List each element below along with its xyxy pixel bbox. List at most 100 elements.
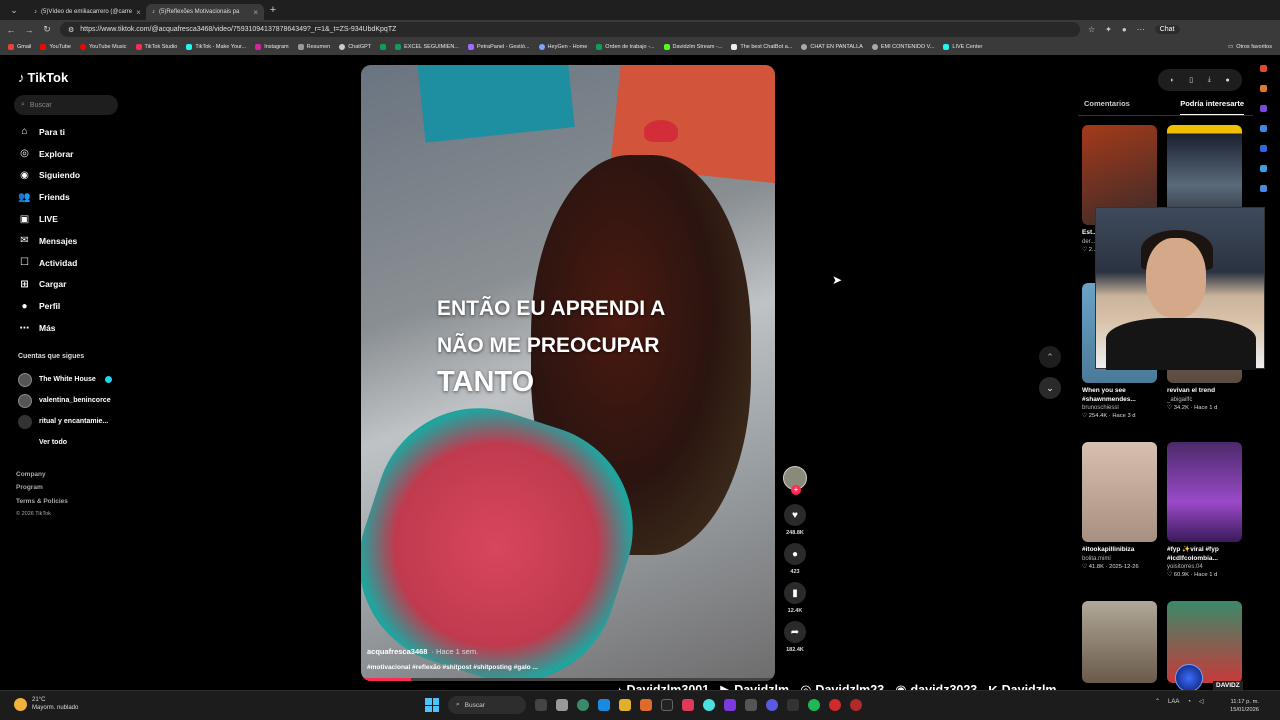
sidebar-item-mas[interactable]: ⋯ Más (18, 317, 80, 339)
suggested-video-card[interactable]: #fyp ✨viral #fyp #lcdlfcolombia... yoisi… (1167, 442, 1242, 578)
bookmark-youtube-music[interactable]: YouTube Music (80, 44, 127, 50)
tiktok-logo[interactable]: ♪ TikTok (18, 70, 68, 85)
menu-icon[interactable]: ⋯ (1137, 25, 1145, 34)
device-icon[interactable]: ▯ (1189, 76, 1193, 84)
previous-video-button[interactable]: ⌃ (1039, 346, 1061, 368)
side-app-icon[interactable] (1260, 85, 1267, 92)
bookmark-chatgpt[interactable]: ChatGPT (339, 44, 371, 50)
see-all-link[interactable]: Ver todo (18, 432, 112, 453)
creator-avatar[interactable]: + (783, 466, 807, 495)
bookmark-chat-pantalla[interactable]: CHAT EN PANTALLA (801, 44, 863, 50)
save-button[interactable]: ▮ (784, 582, 806, 604)
bookmark-heygen[interactable]: HeyGen - Home (538, 44, 587, 50)
bookmark-orden[interactable]: Orden de trabajo -... (596, 44, 655, 50)
bookmark-emi[interactable]: EMI CONTENIDO V... (871, 44, 934, 50)
sidebar-item-cargar[interactable]: ⊞ Cargar (18, 274, 80, 296)
bookmark-tiktok[interactable]: TikTok - Make Your... (186, 44, 246, 50)
side-app-icon[interactable] (1260, 165, 1267, 172)
bookmark-other-folder[interactable]: ▭ Otros favoritos (1228, 44, 1272, 50)
user-avatar-icon[interactable]: ● (1225, 77, 1229, 84)
tiktok-studio-icon[interactable] (682, 699, 694, 711)
suggested-video-card[interactable] (1082, 601, 1157, 683)
search-input[interactable]: ⌕ Buscar (14, 95, 118, 115)
reload-icon[interactable]: ↻ (42, 24, 52, 35)
download-icon[interactable]: ⤓ (1208, 76, 1211, 84)
bookmark-live-center[interactable]: LIVE Center (943, 44, 982, 50)
profile-icon[interactable]: ● (1122, 25, 1127, 34)
browser-tab-2[interactable]: ♪ (5)Reflexões Motivacionais pa × (146, 4, 264, 20)
chevron-up-icon[interactable]: ⌃ (1155, 698, 1160, 705)
explorer-icon[interactable] (556, 699, 568, 711)
following-item[interactable]: The White House (18, 369, 112, 390)
next-video-button[interactable]: ⌄ (1039, 377, 1061, 399)
spotify-icon[interactable] (808, 699, 820, 711)
side-app-icon[interactable] (1260, 145, 1267, 152)
back-icon[interactable]: ← (6, 25, 16, 35)
sidebar-item-mensajes[interactable]: ✉ Mensajes (18, 230, 80, 252)
side-app-icon[interactable] (1260, 185, 1267, 192)
bookmark-excel[interactable]: EXCEL SEGUIMIEN... (395, 44, 459, 50)
app-icon[interactable] (787, 699, 799, 711)
bookmark-sheet[interactable] (380, 44, 387, 50)
volume-icon[interactable]: ◁ (1199, 698, 1204, 705)
side-app-icon[interactable] (1260, 125, 1267, 132)
sidebar-item-explorar[interactable]: ◎ Explorar (18, 143, 80, 165)
suggested-video-card[interactable]: #itookapillinibiza bolita.mimi ♡ 41.8K ·… (1082, 442, 1157, 570)
bookmark-youtube[interactable]: YouTube (40, 44, 71, 50)
follow-plus-icon[interactable]: + (791, 485, 801, 495)
site-info-icon[interactable]: ⚙ (68, 26, 74, 34)
bookmark-chatbot[interactable]: The best ChatBot a... (731, 44, 792, 50)
url-field[interactable]: ⚙ https://www.tiktok.com/@acquafresca346… (60, 22, 1080, 37)
wifi-icon[interactable]: ◔ (1187, 699, 1191, 705)
sidebar-item-live[interactable]: ▣ LIVE (18, 208, 80, 230)
comment-button[interactable]: ● (784, 543, 806, 565)
taskbar-clock[interactable]: 11:17 p. m. 15/01/2026 (1230, 698, 1259, 714)
task-view-icon[interactable] (535, 699, 547, 711)
app-icon[interactable] (661, 699, 673, 711)
side-app-icon[interactable] (1260, 65, 1267, 72)
bookmark-resumen[interactable]: Resumen (297, 44, 330, 50)
side-app-icon[interactable] (1260, 105, 1267, 112)
app-icon[interactable] (850, 699, 862, 711)
tab-podria-interesarte[interactable]: Podría interesarte (1180, 99, 1244, 116)
video-hashtags[interactable]: #motivacional #reflexão #shitpost #shitp… (367, 664, 538, 671)
bookmark-tiktok-studio[interactable]: TikTok Studio (135, 44, 177, 50)
star-icon[interactable]: ☆ (1088, 25, 1095, 34)
following-item[interactable]: ritual y encantamie... (18, 411, 112, 432)
tab-list-button[interactable]: ⌄ (0, 5, 28, 16)
footer-link-company[interactable]: Company (16, 468, 68, 481)
chrome-icon[interactable] (703, 699, 715, 711)
sidebar-item-para-ti[interactable]: ⌂ Para ti (18, 121, 80, 143)
bookmark-stream[interactable]: Davidzlm Stream -... (663, 44, 722, 50)
windows-start-icon[interactable] (425, 698, 439, 712)
extensions-icon[interactable]: ✦ (1105, 25, 1112, 34)
close-icon[interactable]: × (136, 8, 141, 17)
following-item[interactable]: valentina_benincorce (18, 390, 112, 411)
tab-comentarios[interactable]: Comentarios (1084, 99, 1130, 116)
taskbar-search[interactable]: ⌕ Buscar (448, 696, 526, 714)
forward-icon[interactable]: → (24, 25, 34, 35)
footer-link-program[interactable]: Program (16, 481, 68, 494)
app-icon[interactable] (829, 699, 841, 711)
sidebar-item-actividad[interactable]: ☐ Actividad (18, 252, 80, 274)
sidebar-item-friends[interactable]: 👥 Friends (18, 186, 80, 208)
folder-icon[interactable] (619, 699, 631, 711)
discord-icon[interactable] (766, 699, 778, 711)
video-player[interactable]: ENTÃO EU APRENDI A NÃO ME PREOCUPAR TANT… (361, 65, 775, 681)
sidebar-item-siguiendo[interactable]: ◉ Siguiendo (18, 165, 80, 187)
browser-tab-1[interactable]: ♪ (5)Vídeo de emiliacarrero (@carre × (28, 4, 146, 20)
like-button[interactable]: ♥ (784, 504, 806, 526)
bookmark-petrapanel[interactable]: PetraPanel - Gestió... (467, 44, 530, 50)
creator-tools-icon[interactable]: ◐ (1170, 77, 1174, 84)
weather-widget[interactable]: 21°C Mayorm. nublado (14, 696, 78, 712)
app-icon[interactable] (724, 699, 736, 711)
app-icon[interactable] (745, 699, 757, 711)
language-indicator[interactable]: LAA (1168, 699, 1179, 705)
share-button[interactable]: ➦ (784, 621, 806, 643)
edge-icon[interactable] (598, 699, 610, 711)
close-icon[interactable]: × (253, 8, 258, 17)
bookmark-instagram[interactable]: Instagram (255, 44, 289, 50)
app-icon[interactable] (577, 699, 589, 711)
bookmark-gmail[interactable]: Gmail (8, 44, 31, 50)
footer-link-terms[interactable]: Terms & Policies (16, 495, 68, 508)
